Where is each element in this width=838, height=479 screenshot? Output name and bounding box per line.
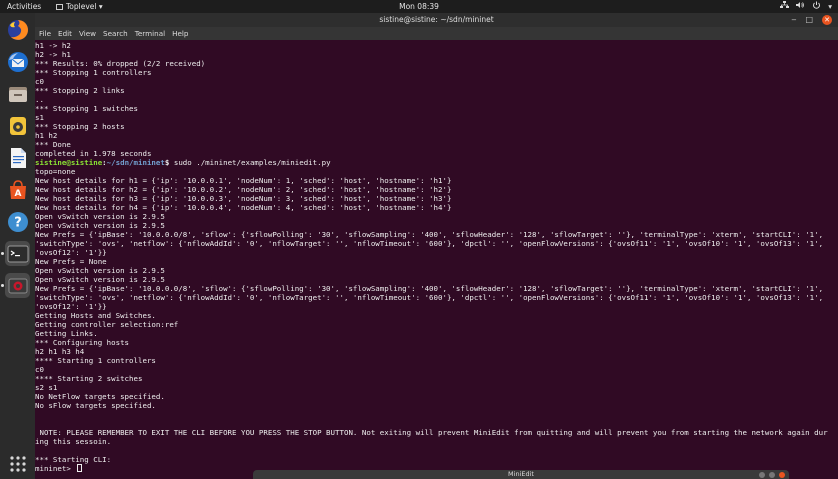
terminal-line: Getting Hosts and Switches. — [35, 311, 156, 320]
maximize-icon[interactable]: □ — [805, 13, 813, 27]
terminal-line: Getting Links. — [35, 329, 98, 338]
terminal-line: No sFlow targets specified. — [35, 401, 156, 410]
terminal-line: *** Stopping 2 hosts — [35, 122, 125, 131]
firefox-icon[interactable] — [5, 17, 30, 42]
terminal-line: 'switchType': 'ovs', 'netflow': {'nflowA… — [35, 239, 824, 248]
close-icon[interactable] — [779, 472, 785, 478]
minimize-icon[interactable]: ‒ — [791, 13, 796, 27]
window-title: sistine@sistine: ~/sdn/mininet — [379, 15, 494, 24]
menu-search[interactable]: Search — [103, 27, 128, 40]
terminal-line: h1 -> h2 — [35, 41, 71, 50]
terminal-line: h2 h1 h3 h4 — [35, 347, 85, 356]
terminal-line: 'ovsOf12': '1'}} — [35, 248, 107, 257]
terminal-line: 'switchType': 'ovs', 'netflow': {'nflowA… — [35, 293, 824, 302]
miniedit-window[interactable]: MiniEdit — [253, 470, 789, 479]
window-controls: ‒ □ ✕ — [791, 13, 832, 27]
terminal-line: s1 — [35, 113, 44, 122]
menu-bar: File Edit View Search Terminal Help — [35, 27, 838, 40]
system-tray[interactable]: ▾ — [780, 0, 832, 13]
terminal-line: *** Starting CLI: — [35, 455, 112, 464]
menu-terminal[interactable]: Terminal — [135, 27, 165, 40]
svg-text:A: A — [14, 189, 21, 199]
terminal-line: *** Stopping 1 controllers — [35, 68, 152, 77]
terminal-line: NOTE: PLEASE REMEMBER TO EXIT THE CLI BE… — [35, 428, 828, 437]
terminal-line: .. — [35, 95, 44, 104]
terminal-line: Open vSwitch version is 2.9.5 — [35, 275, 165, 284]
terminal-line: No NetFlow targets specified. — [35, 392, 165, 401]
files-icon[interactable] — [5, 81, 30, 106]
miniedit-title: MiniEdit — [508, 470, 534, 478]
menu-help[interactable]: Help — [172, 27, 188, 40]
terminal-line: c0 — [35, 365, 44, 374]
close-icon[interactable]: ✕ — [822, 15, 832, 25]
mininet-prompt-line[interactable]: mininet> — [35, 464, 83, 473]
terminal-line: **** Starting 1 controllers — [35, 356, 156, 365]
top-bar: Activities Toplevel ▾ Mon 08:39 ▾ — [0, 0, 838, 13]
terminal-line: Getting controller selection:ref — [35, 320, 179, 329]
terminal-line: New Prefs = {'ipBase': '10.0.0.0/8', 'sf… — [35, 284, 824, 293]
terminal-line: c0 — [35, 77, 44, 86]
terminal-line: New Prefs = None — [35, 257, 107, 266]
menu-edit[interactable]: Edit — [58, 27, 72, 40]
running-indicator — [1, 284, 4, 287]
thunderbird-icon[interactable] — [5, 49, 30, 74]
terminal-icon[interactable] — [5, 241, 30, 266]
terminal-line: h1 h2 — [35, 131, 58, 140]
terminal-line: New host details for h2 = {'ip': '10.0.0… — [35, 185, 452, 194]
window-title-bar[interactable]: sistine@sistine: ~/sdn/mininet ‒ □ ✕ — [35, 13, 838, 27]
terminal-line: New host details for h3 = {'ip': '10.0.0… — [35, 194, 452, 203]
screenshot-icon[interactable] — [5, 273, 30, 298]
terminal-line: topo=none — [35, 167, 76, 176]
terminal-line: s2 s1 — [35, 383, 58, 392]
minimize-icon[interactable] — [759, 472, 765, 478]
terminal-line: 'ovsOf12': '1'}} — [35, 302, 107, 311]
terminal-line: *** Configuring hosts — [35, 338, 130, 347]
prompt-path: ~/sdn/mininet — [106, 158, 165, 167]
terminal-line: *** Done — [35, 140, 71, 149]
terminal-line: Open vSwitch version is 2.9.5 — [35, 266, 165, 275]
writer-icon[interactable] — [5, 145, 30, 170]
prompt-command: sudo ./mininet/examples/miniedit.py — [169, 158, 331, 167]
terminal-line: *** Results: 0% dropped (2/2 received) — [35, 59, 206, 68]
terminal-line: completed in 1.978 seconds — [35, 149, 152, 158]
menu-view[interactable]: View — [79, 27, 96, 40]
volume-icon[interactable] — [796, 0, 805, 13]
terminal-output[interactable]: h1 -> h2 h2 -> h1 *** Results: 0% droppe… — [35, 40, 838, 479]
text-cursor — [77, 464, 83, 472]
prompt-user: sistine@sistine — [35, 158, 103, 167]
terminal-line: New host details for h1 = {'ip': '10.0.0… — [35, 176, 452, 185]
rhythmbox-icon[interactable] — [5, 113, 30, 138]
terminal-line: *** Stopping 1 switches — [35, 104, 138, 113]
clock[interactable]: Mon 08:39 — [0, 0, 838, 13]
shell-prompt-line: sistine@sistine:~/sdn/mininet$ sudo ./mi… — [35, 158, 331, 167]
svg-text:?: ? — [14, 215, 22, 230]
running-indicator — [1, 252, 4, 255]
terminal-line: h2 -> h1 — [35, 50, 71, 59]
terminal-line: *** Stopping 2 links — [35, 86, 125, 95]
help-icon[interactable]: ? — [5, 209, 30, 234]
apps-grid-icon[interactable] — [5, 451, 30, 476]
terminal-line: ing this sessoin. — [35, 437, 112, 446]
terminal-line: Open vSwitch version is 2.9.5 — [35, 221, 165, 230]
terminal-line: Open vSwitch version is 2.9.5 — [35, 212, 165, 221]
mininet-prompt: mininet> — [35, 464, 76, 473]
software-center-icon[interactable]: A — [5, 177, 30, 202]
power-icon[interactable] — [812, 0, 821, 13]
maximize-icon[interactable] — [769, 472, 775, 478]
terminal-line: New Prefs = {'ipBase': '10.0.0.0/8', 'sf… — [35, 230, 824, 239]
terminal-line: **** Starting 2 switches — [35, 374, 143, 383]
menu-file[interactable]: File — [39, 27, 51, 40]
terminal-line: New host details for h4 = {'ip': '10.0.0… — [35, 203, 452, 212]
chevron-down-icon[interactable]: ▾ — [828, 0, 832, 13]
network-icon[interactable] — [780, 0, 790, 13]
miniedit-window-controls — [759, 472, 785, 478]
dock: A ? — [0, 13, 35, 479]
